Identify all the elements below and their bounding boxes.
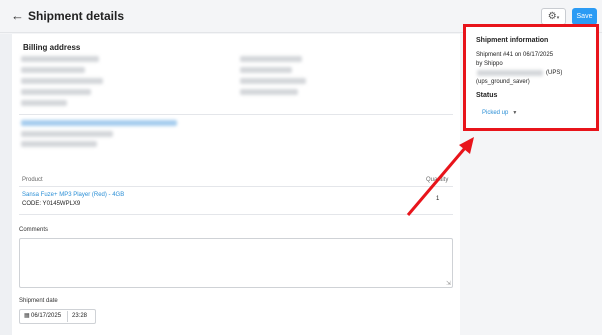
settings-button[interactable]: ⚙▾	[541, 8, 566, 25]
redacted-text	[21, 131, 113, 137]
redacted-text	[21, 78, 103, 84]
calendar-icon: ▦	[24, 313, 30, 319]
redacted-text	[21, 100, 67, 106]
shipment-date-label: Shipment date	[19, 298, 58, 304]
carrier-name: (UPS)	[546, 70, 563, 76]
date-time-separator	[67, 311, 68, 322]
save-button[interactable]: Save	[572, 8, 597, 25]
table-row-divider	[19, 214, 453, 215]
shipment-date-field[interactable]: ▦ 06/17/2025 23:28	[19, 309, 96, 324]
page-title: Shipment details	[28, 9, 125, 23]
product-column-header: Product	[22, 177, 43, 183]
redacted-text	[240, 78, 306, 84]
product-name-link[interactable]: Sansa Fuze+ MP3 Player (Red) - 4GB	[22, 192, 124, 198]
redacted-text	[240, 67, 292, 73]
comments-textarea[interactable]: ⇲	[19, 238, 453, 288]
annotation-arrow-head	[459, 137, 474, 154]
shipment-information-heading: Shipment information	[476, 37, 549, 44]
quantity-column-header: Quantity	[426, 177, 449, 183]
redacted-text	[21, 56, 99, 62]
product-code: CODE: Y0145WPLX9	[22, 201, 81, 207]
arrow-left-icon[interactable]: ←	[11, 8, 25, 24]
status-value: Picked up	[482, 110, 509, 116]
status-dropdown[interactable]: Picked up ▼	[482, 110, 517, 116]
chevron-down-icon: ▼	[512, 110, 518, 116]
status-heading: Status	[476, 92, 498, 99]
section-divider	[19, 114, 453, 115]
shipment-carrier-line: by Shippo	[476, 61, 503, 67]
redacted-text	[21, 67, 85, 73]
shipment-date-value: 06/17/2025	[31, 313, 62, 319]
redacted-text	[240, 56, 302, 62]
shipment-number-line: Shipment #41 on 06/17/2025	[476, 52, 554, 58]
comments-label: Comments	[19, 227, 49, 233]
resize-handle-icon[interactable]: ⇲	[446, 281, 451, 287]
gear-icon: ⚙	[547, 11, 557, 22]
redacted-text	[21, 89, 91, 95]
redacted-text	[21, 141, 97, 147]
redacted-text	[240, 89, 298, 95]
redacted-tracking-number	[477, 70, 543, 76]
left-sidebar-strip	[0, 34, 12, 335]
shipping-service: (ups_ground_saver)	[476, 79, 530, 85]
table-header-divider	[19, 186, 453, 187]
redacted-link	[21, 120, 177, 126]
product-quantity: 1	[436, 196, 440, 202]
shipment-time-value: 23:28	[72, 313, 88, 319]
billing-address-heading: Billing address	[23, 43, 81, 52]
chevron-down-icon: ▾	[556, 15, 560, 21]
